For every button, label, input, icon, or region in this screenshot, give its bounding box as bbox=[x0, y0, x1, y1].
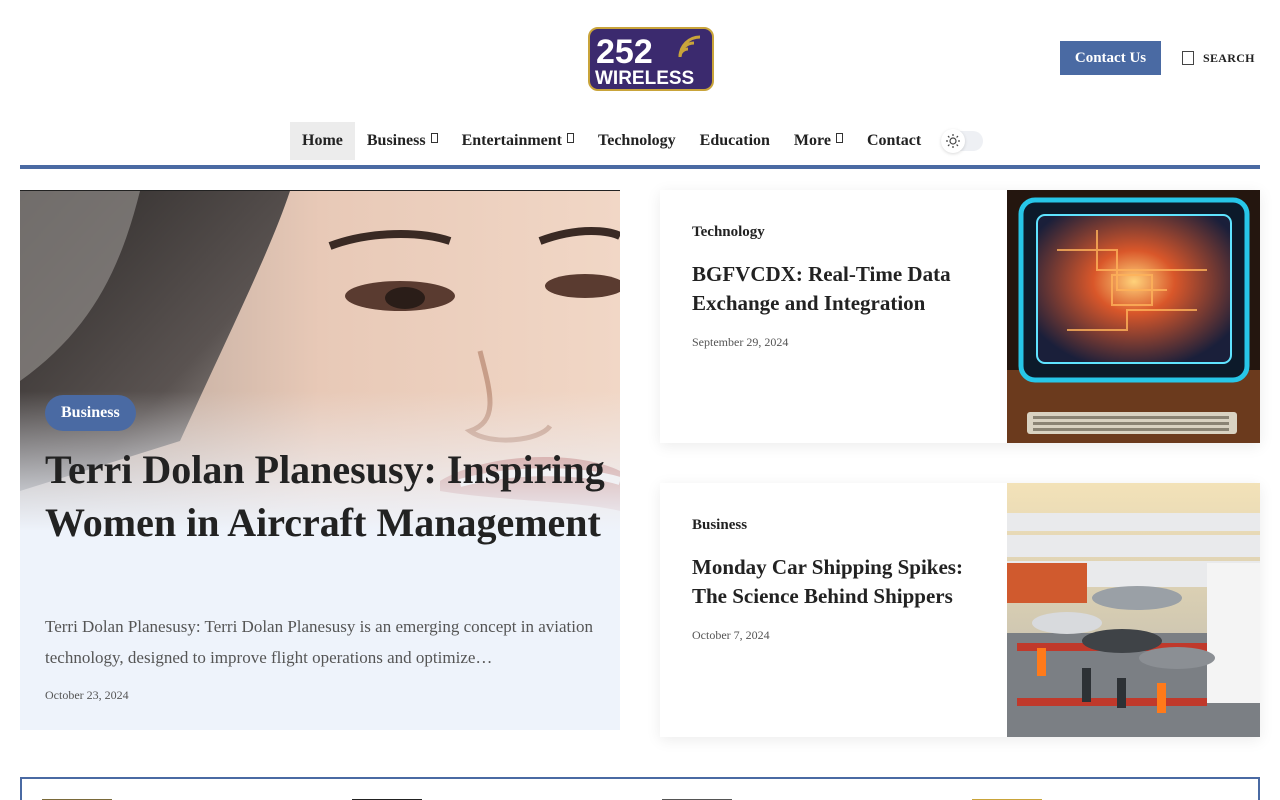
nav-label: Entertainment bbox=[461, 132, 563, 149]
article-card[interactable]: Business Monday Car Shipping Spikes: The… bbox=[660, 483, 1260, 737]
chevron-down-icon bbox=[835, 133, 843, 143]
contact-us-button[interactable]: Contact Us bbox=[1060, 41, 1161, 75]
article-card[interactable]: Technology BGFVCDX: Real-Time Data Excha… bbox=[660, 190, 1260, 443]
logo-text-top: 252 bbox=[596, 33, 653, 71]
card-title[interactable]: Monday Car Shipping Spikes: The Science … bbox=[692, 553, 992, 611]
nav-label: Contact bbox=[866, 132, 922, 149]
nav-item-business[interactable]: Business bbox=[355, 122, 450, 160]
main-nav: Home Business Entertainment Technology E… bbox=[290, 122, 984, 160]
card-date: October 7, 2024 bbox=[692, 628, 770, 642]
nav-label: Business bbox=[366, 132, 426, 149]
nav-item-entertainment[interactable]: Entertainment bbox=[450, 122, 586, 160]
chevron-down-icon bbox=[567, 133, 575, 143]
card-date: September 29, 2024 bbox=[692, 335, 789, 349]
featured-excerpt: Terri Dolan Planesusy: Terri Dolan Plane… bbox=[45, 617, 593, 667]
nav-item-technology[interactable]: Technology bbox=[586, 122, 688, 160]
featured-date: October 23, 2024 bbox=[45, 688, 129, 702]
featured-article[interactable]: Business Terri Dolan Planesusy: Inspirin… bbox=[20, 190, 620, 730]
card-category[interactable]: Business bbox=[692, 517, 747, 534]
more-articles-section bbox=[20, 777, 1260, 800]
nav-label: Technology bbox=[598, 132, 676, 149]
site-logo[interactable]: 252 WIRELESS bbox=[588, 27, 714, 91]
nav-label: Education bbox=[699, 132, 770, 149]
card-image[interactable] bbox=[1007, 483, 1260, 737]
nav-item-education[interactable]: Education bbox=[688, 122, 782, 160]
sun-icon bbox=[946, 134, 961, 148]
nav-item-home[interactable]: Home bbox=[290, 122, 355, 160]
search-label: SEARCH bbox=[1203, 50, 1255, 65]
card-image[interactable] bbox=[1007, 190, 1260, 443]
nav-item-contact[interactable]: Contact bbox=[855, 122, 933, 160]
card-title[interactable]: BGFVCDX: Real-Time Data Exchange and Int… bbox=[692, 260, 992, 318]
featured-title[interactable]: Terri Dolan Planesusy: Inspiring Women i… bbox=[45, 443, 605, 549]
card-category[interactable]: Technology bbox=[692, 224, 765, 241]
category-badge[interactable]: Business bbox=[45, 395, 136, 431]
nav-label: More bbox=[793, 132, 831, 149]
nav-divider bbox=[20, 165, 1260, 169]
logo-text-bottom: WIRELESS bbox=[595, 68, 694, 89]
nav-item-more[interactable]: More bbox=[782, 122, 855, 160]
nav-label: Home bbox=[302, 132, 343, 149]
search-button[interactable]: SEARCH bbox=[1182, 48, 1255, 68]
search-icon bbox=[1182, 51, 1194, 65]
dark-mode-toggle[interactable] bbox=[941, 129, 984, 153]
chevron-down-icon bbox=[430, 133, 438, 143]
